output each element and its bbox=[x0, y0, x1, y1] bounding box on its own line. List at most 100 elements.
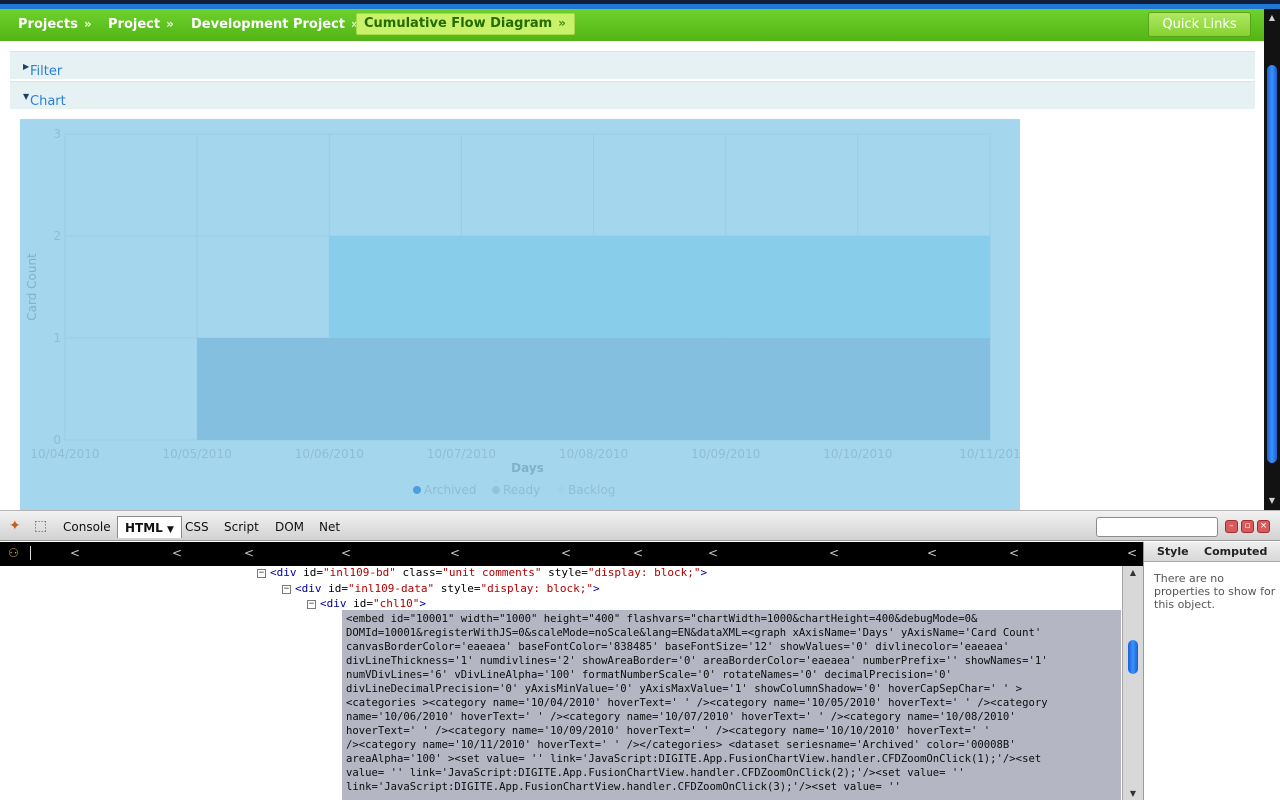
scroll-thumb[interactable] bbox=[1128, 640, 1138, 674]
tab-net[interactable]: Net bbox=[319, 520, 340, 534]
tab-computed[interactable]: Computed bbox=[1204, 545, 1267, 558]
crumb-marker[interactable]: < bbox=[708, 546, 718, 560]
breadcrumb-projects[interactable]: Projects» bbox=[18, 17, 92, 32]
side-panel: Style Computed There are no properties t… bbox=[1143, 542, 1280, 800]
tab-dom[interactable]: DOM bbox=[275, 520, 304, 534]
crumb-marker[interactable]: < bbox=[450, 546, 460, 560]
collapse-toggle-icon[interactable]: − bbox=[257, 569, 266, 578]
crumb-marker[interactable]: < bbox=[70, 546, 80, 560]
chevron-down-icon: ▼ bbox=[167, 525, 174, 535]
area-archived bbox=[329, 338, 462, 440]
attr-value: "inl109-bd" bbox=[323, 566, 396, 579]
area-ready bbox=[593, 236, 726, 338]
crumb-marker[interactable]: < bbox=[172, 546, 182, 560]
chevron-right-icon: » bbox=[558, 16, 566, 30]
crumb-marker[interactable]: < bbox=[341, 546, 351, 560]
detach-icon[interactable]: ▫ bbox=[1241, 520, 1254, 533]
legend-marker-ready bbox=[492, 486, 500, 494]
node-icon: ⚇ bbox=[8, 546, 19, 560]
tag-name: <div bbox=[295, 582, 322, 595]
y-tick-label: 3 bbox=[53, 127, 61, 141]
crumb-marker[interactable]: < bbox=[561, 546, 571, 560]
attr-value: "display: block;" bbox=[587, 566, 701, 579]
attr-name: id= bbox=[296, 566, 323, 579]
app-window: Projects» Project» Development Project» … bbox=[0, 0, 1280, 800]
crumb-marker[interactable]: < bbox=[1127, 546, 1137, 560]
attr-value: "inl109-data" bbox=[348, 582, 435, 595]
crumb-marker[interactable]: < bbox=[633, 546, 643, 560]
breadcrumb: Projects» Project» Development Project» … bbox=[0, 9, 1264, 41]
tag-close: > bbox=[700, 566, 708, 579]
tab-html[interactable]: HTML ▼ bbox=[117, 516, 182, 538]
html-breadcrumb-bar: ⚇ < < < < < < < < < < < < bbox=[0, 542, 1143, 566]
scroll-down-icon[interactable]: ▼ bbox=[1267, 496, 1277, 506]
html-pane-scrollbar[interactable]: ▲ ▼ bbox=[1122, 566, 1143, 800]
legend-label-backlog: Backlog bbox=[568, 483, 615, 497]
embed-node-selected[interactable]: <embed id="10001" width="1000" height="4… bbox=[342, 610, 1121, 800]
x-tick-label: 10/10/2010 bbox=[823, 447, 892, 461]
crumb-marker[interactable]: < bbox=[829, 546, 839, 560]
x-tick-label: 10/04/2010 bbox=[30, 447, 99, 461]
firebug-icon[interactable]: ✦ bbox=[9, 518, 27, 534]
x-tick-label: 10/07/2010 bbox=[427, 447, 496, 461]
chart-svg: 0 1 2 3 10/04/2010 10/05/2010 10/06/2010 10/07/… bbox=[20, 119, 1020, 510]
attr-name: id= bbox=[346, 597, 373, 610]
html-node-div[interactable]: − <div id="chl10"> bbox=[307, 597, 426, 611]
y-tick-label: 2 bbox=[53, 229, 61, 243]
scroll-up-icon[interactable]: ▲ bbox=[1267, 13, 1277, 23]
attr-value: "chl10" bbox=[373, 597, 420, 610]
html-tree-pane: − <div id="inl109-bd" class="unit comment… bbox=[0, 566, 1122, 800]
page-scrollbar[interactable]: ▲ ▼ bbox=[1264, 9, 1280, 510]
chevron-right-icon: » bbox=[166, 17, 174, 31]
caret-down-icon: ▼ bbox=[23, 92, 30, 101]
breadcrumb-development-project[interactable]: Development Project» bbox=[191, 17, 359, 32]
attr-name: id= bbox=[321, 582, 348, 595]
area-archived bbox=[857, 338, 990, 440]
attr-value: "display: block;" bbox=[480, 582, 594, 595]
crumb-marker[interactable]: < bbox=[1009, 546, 1019, 560]
collapse-toggle-icon[interactable]: − bbox=[282, 585, 291, 594]
legend-label-archived: Archived bbox=[424, 483, 477, 497]
area-archived bbox=[197, 338, 330, 440]
x-tick-label: 10/09/2010 bbox=[691, 447, 760, 461]
html-node-div[interactable]: − <div id="inl109-bd" class="unit comment… bbox=[257, 566, 707, 580]
y-axis-label: Card Count bbox=[25, 253, 39, 321]
scroll-thumb[interactable] bbox=[1267, 65, 1277, 463]
tag-close: > bbox=[593, 582, 600, 595]
x-tick-label: 10/06/2010 bbox=[295, 447, 364, 461]
scroll-up-icon[interactable]: ▲ bbox=[1128, 568, 1138, 577]
filter-panel-header[interactable]: Filter ▶ bbox=[10, 51, 1255, 79]
y-tick-label: 1 bbox=[53, 331, 61, 345]
caret-right-icon: ▶ bbox=[23, 62, 30, 71]
legend-marker-backlog bbox=[557, 486, 565, 494]
tab-style[interactable]: Style bbox=[1157, 545, 1189, 558]
cumulative-flow-chart: 0 1 2 3 10/04/2010 10/05/2010 10/06/2010 10/07/… bbox=[20, 119, 1020, 510]
html-node-div[interactable]: − <div id="inl109-data" style="display: b… bbox=[282, 582, 600, 596]
attr-name: style= bbox=[541, 566, 588, 579]
area-ready bbox=[857, 236, 990, 338]
breadcrumb-cumulative-flow-diagram[interactable]: Cumulative Flow Diagram» bbox=[356, 13, 575, 35]
tab-css[interactable]: CSS bbox=[185, 520, 209, 534]
breadcrumb-project[interactable]: Project» bbox=[108, 17, 174, 32]
tab-console[interactable]: Console bbox=[63, 520, 111, 534]
area-archived bbox=[461, 338, 594, 440]
collapse-toggle-icon[interactable]: − bbox=[307, 600, 316, 609]
chart-panel-header[interactable]: Chart ▼ bbox=[10, 81, 1255, 109]
close-icon[interactable]: × bbox=[1257, 520, 1270, 533]
inspect-icon[interactable]: ⬚ bbox=[34, 518, 50, 534]
x-tick-label: 10/11/201 bbox=[959, 447, 1020, 461]
tag-close: > bbox=[419, 597, 426, 610]
scroll-down-icon[interactable]: ▼ bbox=[1128, 789, 1138, 798]
crumb-marker[interactable]: < bbox=[927, 546, 937, 560]
area-ready bbox=[461, 236, 594, 338]
filter-label: Filter bbox=[30, 64, 63, 79]
firebug-search-input[interactable] bbox=[1096, 517, 1218, 537]
legend-label-ready: Ready bbox=[503, 483, 540, 497]
tag-name: <div bbox=[320, 597, 347, 610]
chevron-right-icon: » bbox=[83, 17, 92, 31]
tag-name: <div bbox=[270, 566, 297, 579]
tab-script[interactable]: Script bbox=[224, 520, 259, 534]
minimize-icon[interactable]: – bbox=[1225, 520, 1238, 533]
crumb-marker[interactable]: < bbox=[244, 546, 254, 560]
quick-links-button[interactable]: Quick Links bbox=[1148, 12, 1251, 37]
